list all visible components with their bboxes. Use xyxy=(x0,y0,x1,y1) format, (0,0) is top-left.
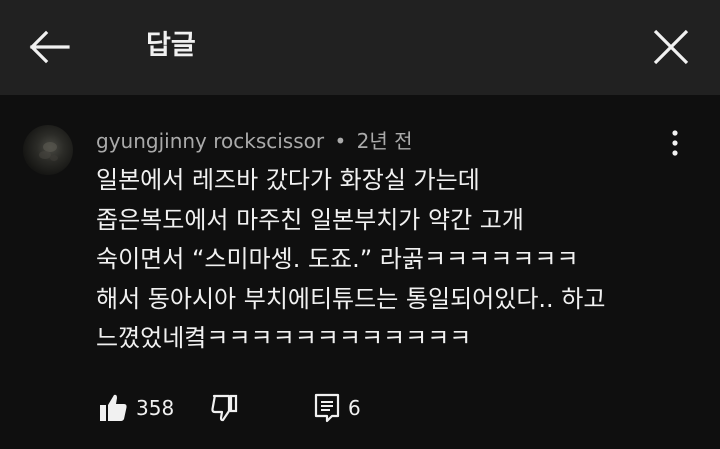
avatar-image xyxy=(39,142,58,161)
author-name[interactable]: gyungjinny rockscissor xyxy=(96,129,324,153)
comment-actions: 358 6 xyxy=(96,391,496,427)
comment-meta: gyungjinny rockscissor • 2년 전 xyxy=(96,127,413,155)
arrow-left-icon xyxy=(29,30,70,64)
comment-line: 좁은복도에서 마주친 일본부치가 약간 고개 xyxy=(96,205,524,234)
comment: gyungjinny rockscissor • 2년 전 일본에서 레즈바 갔… xyxy=(0,95,720,449)
reply-button[interactable] xyxy=(310,391,344,425)
meta-separator: • xyxy=(334,129,347,153)
comment-line: 숙이면서 “스미마셍. 도죠.” 라곩ㅋㅋㅋㅋㅋㅋㅋ xyxy=(96,245,579,273)
more-options-button[interactable] xyxy=(660,125,690,161)
close-button[interactable] xyxy=(644,20,698,74)
reply-count: 6 xyxy=(348,396,361,420)
avatar[interactable] xyxy=(23,125,73,175)
comment-line: 느꼈었네켴ㅋㅋㅋㅋㅋㅋㅋㅋㅋㅋㅋㅋ xyxy=(96,324,472,352)
app-header: 답글 xyxy=(0,0,720,95)
comment-line: 일본에서 레즈바 갔다가 화장실 가는데 xyxy=(96,166,480,194)
dislike-button[interactable] xyxy=(208,391,242,425)
comment-icon xyxy=(314,393,340,423)
like-count: 358 xyxy=(136,396,175,420)
timestamp: 2년 전 xyxy=(356,129,413,153)
page-title: 답글 xyxy=(146,30,196,61)
close-icon xyxy=(653,29,689,65)
thumb-down-icon xyxy=(211,394,238,422)
thumb-up-icon xyxy=(100,394,127,421)
back-button[interactable] xyxy=(24,22,74,72)
comment-body: 일본에서 레즈바 갔다가 화장실 가는데 좁은복도에서 마주친 일본부치가 약간… xyxy=(96,161,656,359)
comment-line: 해서 동아시아 부치에티튜드는 통일되어있다.. 하고 xyxy=(96,284,606,313)
more-vert-icon xyxy=(672,130,678,156)
like-button[interactable] xyxy=(96,391,130,425)
